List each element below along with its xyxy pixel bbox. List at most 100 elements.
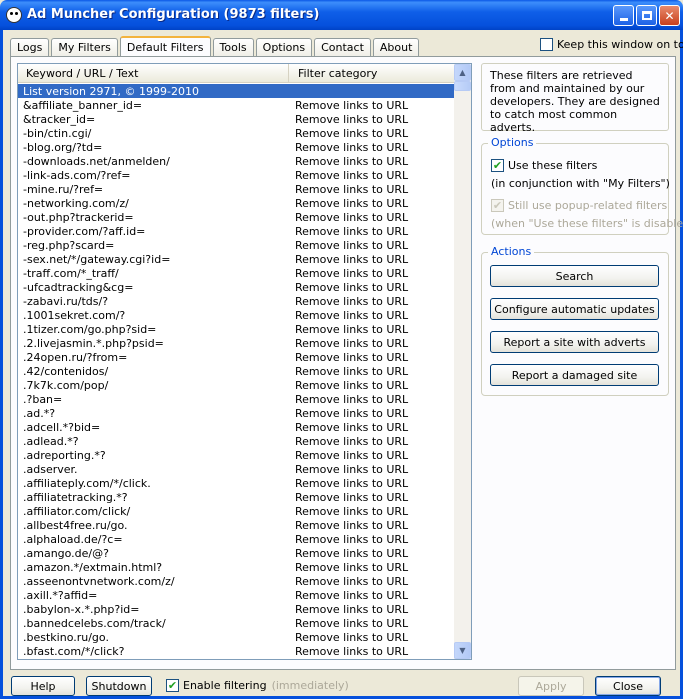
list-item[interactable]: .adserver. Remove links to URL bbox=[18, 462, 455, 476]
list-vertical-scrollbar[interactable]: ▲ ▼ bbox=[454, 64, 471, 659]
keep-on-top-checkbox-box[interactable] bbox=[540, 38, 553, 51]
list-item[interactable]: .1tizer.com/go.php?sid= Remove links to U… bbox=[18, 322, 455, 336]
list-item[interactable]: .affiliateply.com/*/click. Remove links t… bbox=[18, 476, 455, 490]
column-header-category[interactable]: Filter category bbox=[289, 64, 455, 83]
list-item-category: Remove links to URL bbox=[295, 350, 409, 364]
list-item-keyword: .axill.*?affid= bbox=[23, 588, 98, 602]
scroll-up-button[interactable]: ▲ bbox=[454, 64, 471, 81]
shutdown-button[interactable]: Shutdown bbox=[86, 676, 152, 696]
list-item-keyword: .amazon.*/extmain.html? bbox=[23, 560, 163, 574]
options-group-title: Options bbox=[488, 136, 537, 149]
list-item[interactable]: .ad.*? Remove links to URL bbox=[18, 406, 455, 420]
list-item-category: Remove links to URL bbox=[295, 238, 409, 252]
window-title: Ad Muncher Configuration (9873 filters) bbox=[27, 7, 320, 22]
tab-about[interactable]: About bbox=[372, 38, 420, 56]
list-item[interactable]: .adlead.*? Remove links to URL bbox=[18, 434, 455, 448]
options-group: Options ✔ Use these filters (in conjunct… bbox=[481, 136, 683, 235]
list-item-keyword: .24open.ru/?from= bbox=[23, 350, 128, 364]
list-item[interactable]: .?ban= Remove links to URL bbox=[18, 392, 455, 406]
keep-on-top-checkbox[interactable]: Keep this window on top bbox=[540, 38, 683, 51]
tab-default-filters[interactable]: Default Filters bbox=[119, 36, 211, 57]
list-item[interactable]: -provider.com/?aff.id= Remove links to UR… bbox=[18, 224, 455, 238]
apply-button[interactable]: Apply bbox=[518, 676, 584, 696]
list-item[interactable]: -reg.php?scard= Remove links to URL bbox=[18, 238, 455, 252]
list-item[interactable]: .bestkino.ru/go. Remove links to URL bbox=[18, 630, 455, 644]
column-header-keyword[interactable]: Keyword / URL / Text bbox=[18, 64, 289, 83]
list-item[interactable]: -traff.com/*_traff/Remove links to URL bbox=[18, 266, 455, 280]
list-item[interactable]: .amango.de/@? Remove links to URL bbox=[18, 546, 455, 560]
list-item-keyword: .alphaload.de/?c= bbox=[23, 532, 123, 546]
list-item[interactable]: .2.livejasmin.*.php?psid= Remove links to… bbox=[18, 336, 455, 350]
list-item-category: Remove links to URL bbox=[295, 532, 409, 546]
list-item[interactable]: -mine.ru/?ref= Remove links to URL bbox=[18, 182, 455, 196]
list-item-keyword: -provider.com/?aff.id= bbox=[23, 224, 146, 238]
tab-logs[interactable]: Logs bbox=[10, 38, 50, 56]
list-item[interactable]: -ufcadtracking&cg= Remove links to URL bbox=[18, 280, 455, 294]
list-item-keyword: .2.livejasmin.*.php?psid= bbox=[23, 336, 164, 350]
list-item[interactable]: &affiliate_banner_id= Remove links to URL bbox=[18, 98, 455, 112]
list-item[interactable]: .7k7k.com/pop/Remove links to URL bbox=[18, 378, 455, 392]
list-item-keyword: .asseenontvnetwork.com/z/ bbox=[23, 574, 175, 588]
close-button[interactable]: Close bbox=[595, 676, 661, 696]
list-item[interactable]: -networking.com/z/Remove links to URL bbox=[18, 196, 455, 210]
list-item[interactable]: .amazon.*/extmain.html? Remove links to U… bbox=[18, 560, 455, 574]
list-item[interactable]: .asseenontvnetwork.com/z/Remove links to… bbox=[18, 574, 455, 588]
list-item[interactable]: .bannedcelebs.com/track/Remove links to … bbox=[18, 616, 455, 630]
report-damaged-button[interactable]: Report a damaged site bbox=[490, 364, 659, 386]
use-these-filters-checkbox[interactable]: ✔ Use these filters bbox=[491, 159, 597, 172]
list-item[interactable]: -link-ads.com/?ref= Remove links to URL bbox=[18, 168, 455, 182]
filter-list[interactable]: Keyword / URL / Text Filter category Lis… bbox=[17, 63, 472, 660]
enable-filtering-checkbox[interactable]: ✔ Enable filtering (immediately) bbox=[166, 679, 349, 692]
list-item[interactable]: .affiliator.com/click/Remove links to UR… bbox=[18, 504, 455, 518]
list-item[interactable]: -blog.org/?td= Remove links to URL bbox=[18, 140, 455, 154]
list-item[interactable]: -zabavi.ru/tds/? Remove links to URL bbox=[18, 294, 455, 308]
list-item[interactable]: .adreporting.*? Remove links to URL bbox=[18, 448, 455, 462]
list-item[interactable]: List version 2971, © 1999-2010 bbox=[18, 84, 455, 98]
list-item[interactable]: .42/contenidos/Remove links to URL bbox=[18, 364, 455, 378]
report-adverts-button[interactable]: Report a site with adverts bbox=[490, 331, 659, 353]
list-item[interactable]: .babylon-x.*.php?id= Remove links to URL bbox=[18, 602, 455, 616]
list-item[interactable]: -sex.net/*/gateway.cgi?id= Remove links t… bbox=[18, 252, 455, 266]
list-item[interactable]: .24open.ru/?from= Remove links to URL bbox=[18, 350, 455, 364]
list-item[interactable]: -bin/ctin.cgi/Remove links to URL bbox=[18, 126, 455, 140]
list-item[interactable]: .allbest4free.ru/go. Remove links to URL bbox=[18, 518, 455, 532]
search-button[interactable]: Search bbox=[490, 265, 659, 287]
popup-filters-checkbox[interactable]: ✔ Still use popup-related filters bbox=[491, 199, 667, 212]
help-button[interactable]: Help bbox=[11, 676, 75, 696]
title-bar[interactable]: Ad Muncher Configuration (9873 filters) … bbox=[0, 0, 683, 30]
list-item[interactable]: .bfast.com/*/click? Remove links to URL bbox=[18, 644, 455, 658]
maximize-button[interactable] bbox=[636, 5, 657, 26]
list-item-keyword: .affiliateply.com/*/click. bbox=[23, 476, 151, 490]
ad-muncher-app-icon[interactable] bbox=[6, 7, 22, 23]
list-item-keyword: -sex.net/*/gateway.cgi?id= bbox=[23, 252, 171, 266]
list-item-keyword: -networking.com/z/ bbox=[23, 196, 129, 210]
list-item[interactable]: .alphaload.de/?c= Remove links to URL bbox=[18, 532, 455, 546]
list-item-category: Remove links to URL bbox=[295, 448, 409, 462]
list-item[interactable]: .axill.*?affid= Remove links to URL bbox=[18, 588, 455, 602]
scroll-thumb[interactable] bbox=[454, 81, 471, 91]
arrow-up-icon: ▲ bbox=[459, 68, 466, 77]
popup-filters-checkmark-icon[interactable]: ✔ bbox=[491, 199, 504, 212]
tab-tools[interactable]: Tools bbox=[212, 38, 254, 56]
list-item[interactable]: .1001sekret.com/? Remove links to URL bbox=[18, 308, 455, 322]
use-these-filters-checkmark-icon[interactable]: ✔ bbox=[491, 159, 504, 172]
list-item-category: Remove links to URL bbox=[295, 630, 409, 644]
list-item-keyword: .1001sekret.com/? bbox=[23, 308, 126, 322]
list-item[interactable]: .affiliatetracking.*? Remove links to URL bbox=[18, 490, 455, 504]
list-item[interactable]: .adcell.*?bid= Remove links to URL bbox=[18, 420, 455, 434]
close-window-button[interactable]: ✕ bbox=[659, 5, 680, 26]
list-item[interactable]: -downloads.net/anmelden/Remove links to … bbox=[18, 154, 455, 168]
minimize-button[interactable] bbox=[613, 5, 634, 26]
tab-my-filters[interactable]: My Filters bbox=[51, 38, 118, 56]
enable-filtering-checkmark-icon[interactable]: ✔ bbox=[166, 679, 179, 692]
tab-options[interactable]: Options bbox=[255, 38, 313, 56]
list-item[interactable]: &tracker_id= Remove links to URL bbox=[18, 112, 455, 126]
tab-contact[interactable]: Contact bbox=[314, 38, 371, 56]
configure-updates-button[interactable]: Configure automatic updates bbox=[490, 298, 659, 320]
list-item-category: Remove links to URL bbox=[295, 154, 409, 168]
list-item-category: Remove links to URL bbox=[295, 546, 409, 560]
scroll-down-button[interactable]: ▼ bbox=[454, 642, 471, 659]
list-item-category: Remove links to URL bbox=[295, 224, 409, 238]
use-these-filters-note: (in conjunction with "My Filters") bbox=[491, 177, 670, 190]
list-item[interactable]: -out.php?trackerid= Remove links to URL bbox=[18, 210, 455, 224]
